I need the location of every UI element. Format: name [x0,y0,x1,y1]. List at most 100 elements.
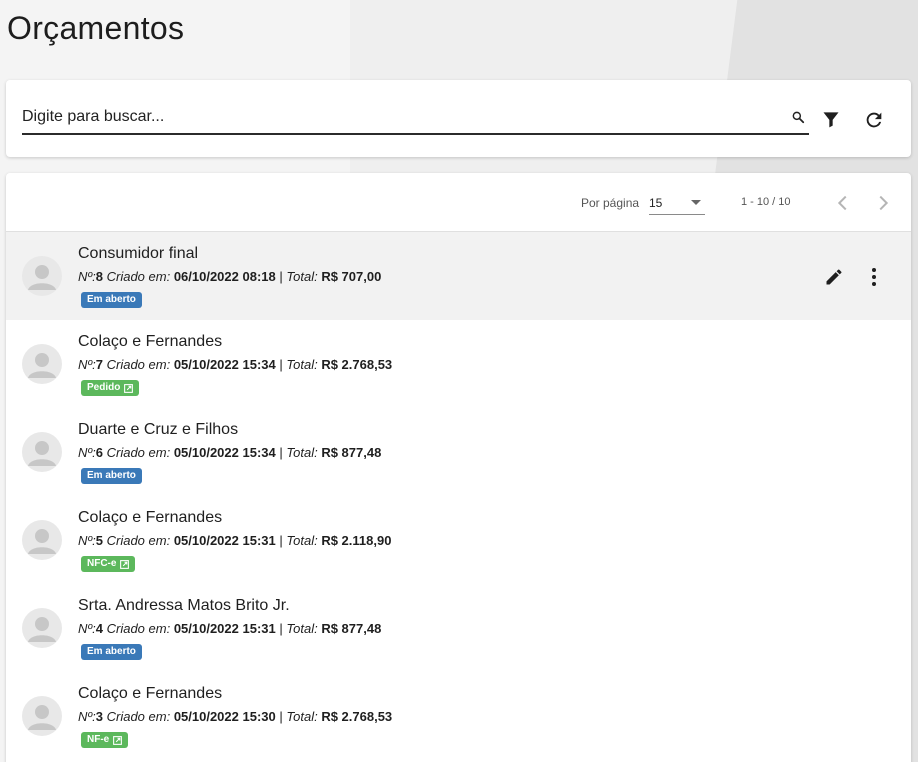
created-date: 05/10/2022 15:34 [173,357,276,372]
quote-number: 3 [95,709,103,724]
per-page-select[interactable]: 15 [649,191,705,215]
created-date: 05/10/2022 15:31 [173,621,276,636]
customer-name: Colaço e Fernandes [78,685,223,702]
quote-info: Nº:4 Criado em: 05/10/2022 15:31 | Total… [78,621,381,636]
avatar [22,256,62,296]
person-icon [28,529,56,554]
quote-info: Nº:6 Criado em: 05/10/2022 15:34 | Total… [78,445,381,460]
created-date: 05/10/2022 15:31 [173,533,276,548]
customer-name: Colaço e Fernandes [78,509,223,526]
search-field[interactable] [22,102,809,135]
status-badge[interactable]: Em aberto [81,644,142,660]
avatar [22,432,62,472]
external-link-icon [124,383,134,393]
per-page-label: Por página [581,196,640,210]
person-icon [28,705,56,730]
number-label: Nº: [78,445,96,460]
quote-info: Nº:8 Criado em: 06/10/2022 08:18 | Total… [78,269,381,284]
person-icon [28,353,56,378]
total-value: R$ 2.768,53 [321,357,393,372]
avatar [22,696,62,736]
range-label: 1 - 10 / 10 [741,196,791,208]
total-label: Total: [286,445,318,460]
status-label: Em aberto [87,470,136,481]
status-label: Em aberto [87,294,136,305]
refresh-icon[interactable] [863,109,885,131]
total-label: Total: [286,621,318,636]
person-icon [28,617,56,642]
number-label: Nº: [78,709,96,724]
created-label: Criado em: [106,621,171,636]
created-label: Criado em: [106,533,171,548]
list-item[interactable]: Colaço e Fernandes Nº:3 Criado em: 05/10… [6,672,911,760]
status-badge[interactable]: NFC-e [81,556,136,572]
created-label: Criado em: [106,445,171,460]
list-item[interactable]: Srta. Andressa Matos Brito Jr. Nº:4 Cria… [6,584,911,672]
chevron-left-icon[interactable] [832,192,854,214]
status-badge[interactable]: Em aberto [81,468,142,484]
total-value: R$ 2.118,90 [321,533,392,548]
number-label: Nº: [78,269,96,284]
search-card [6,80,911,157]
avatar [22,608,62,648]
created-label: Criado em: [106,269,171,284]
total-label: Total: [286,709,318,724]
chevron-right-icon[interactable] [872,192,894,214]
quote-number: 8 [95,269,103,284]
per-page-value: 15 [649,196,663,210]
search-input[interactable] [22,102,782,132]
number-label: Nº: [78,621,96,636]
status-label: NF-e [87,734,110,745]
status-label: Pedido [87,382,121,393]
list-item[interactable]: Consumidor final Nº:8 Criado em: 06/10/2… [6,232,911,320]
search-icon[interactable] [791,110,805,124]
total-value: R$ 707,00 [321,269,382,284]
more-vertical-icon[interactable] [866,267,882,287]
customer-name: Srta. Andressa Matos Brito Jr. [78,597,290,614]
person-icon [28,265,56,290]
quote-info: Nº:7 Criado em: 05/10/2022 15:34 | Total… [78,357,392,372]
quote-number: 5 [95,533,103,548]
status-label: NFC-e [87,558,117,569]
customer-name: Consumidor final [78,245,199,262]
total-value: R$ 877,48 [321,445,382,460]
external-link-icon [113,735,123,745]
list-item[interactable]: Colaço e Fernandes Nº:5 Criado em: 05/10… [6,496,911,584]
paginator: Por página 15 1 - 10 / 10 [6,173,911,232]
status-badge[interactable]: NF-e [81,732,129,748]
dropdown-arrow-icon [691,200,701,205]
total-label: Total: [286,533,318,548]
quote-info: Nº:3 Criado em: 05/10/2022 15:30 | Total… [78,709,392,724]
list-item[interactable]: Colaço e Fernandes Nº:7 Criado em: 05/10… [6,320,911,408]
status-badge[interactable]: Pedido [81,380,140,396]
external-link-icon [120,559,130,569]
total-value: R$ 2.768,53 [321,709,393,724]
total-label: Total: [286,269,318,284]
created-date: 05/10/2022 15:30 [173,709,276,724]
number-label: Nº: [78,357,96,372]
number-label: Nº: [78,533,96,548]
quote-number: 4 [95,621,103,636]
avatar [22,344,62,384]
created-date: 05/10/2022 15:34 [173,445,276,460]
quote-info: Nº:5 Criado em: 05/10/2022 15:31 | Total… [78,533,391,548]
status-label: Em aberto [87,646,136,657]
total-value: R$ 877,48 [321,621,382,636]
created-date: 06/10/2022 08:18 [173,269,276,284]
list-item[interactable]: Duarte e Cruz e Filhos Nº:6 Criado em: 0… [6,408,911,496]
filter-icon[interactable] [821,109,841,129]
created-label: Criado em: [106,357,171,372]
person-icon [28,441,56,466]
customer-name: Duarte e Cruz e Filhos [78,421,239,438]
total-label: Total: [286,357,318,372]
quote-number: 7 [95,357,103,372]
quotes-list-card: Por página 15 1 - 10 / 10 Consumidor fin… [6,173,911,762]
status-badge[interactable]: Em aberto [81,292,142,308]
page-title: Orçamentos [7,10,185,46]
customer-name: Colaço e Fernandes [78,333,223,350]
quote-number: 6 [95,445,103,460]
avatar [22,520,62,560]
quotes-list: Consumidor final Nº:8 Criado em: 06/10/2… [6,232,911,760]
created-label: Criado em: [106,709,171,724]
pencil-icon[interactable] [824,267,844,287]
